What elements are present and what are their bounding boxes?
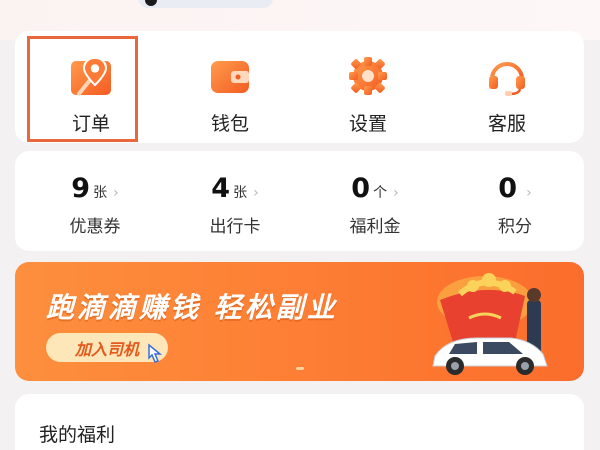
coupon-label: 优惠券	[69, 217, 121, 237]
headset-support-icon	[486, 55, 528, 97]
points-stat[interactable]: 0 › 积分	[455, 151, 575, 251]
carousel-dot-active	[296, 367, 304, 370]
wallet-label: 钱包	[210, 113, 249, 135]
pointer-hand-icon	[143, 342, 167, 370]
welfare-fund-unit: 个	[373, 185, 388, 201]
coupon-unit: 张	[93, 185, 108, 201]
welfare-fund-stat[interactable]: 0 个 › 福利金	[315, 151, 435, 251]
order-label: 订单	[71, 113, 110, 135]
my-benefits-title: 我的福利	[39, 424, 116, 446]
wallet-icon	[209, 55, 251, 97]
points-count: 0	[498, 173, 518, 204]
order-map-pin-icon	[70, 55, 112, 97]
chevron-right-icon: ›	[113, 185, 119, 201]
profile-pill[interactable]	[138, 0, 273, 8]
travel-card-count: 4	[211, 173, 231, 204]
welfare-fund-count: 0	[351, 173, 371, 204]
welfare-fund-label: 福利金	[349, 217, 401, 237]
my-benefits-card: 我的福利	[15, 394, 584, 450]
settings-gear-icon	[347, 55, 389, 97]
quick-actions-card: 订单 钱包 设置 客服	[15, 31, 584, 143]
settings-button[interactable]: 设置	[313, 31, 423, 143]
settings-label: 设置	[348, 113, 387, 135]
order-button[interactable]: 订单	[36, 31, 146, 143]
chevron-right-icon: ›	[253, 185, 259, 201]
coupon-stat[interactable]: 9 张 › 优惠券	[35, 151, 155, 251]
customer-service-label: 客服	[487, 113, 526, 135]
travel-card-label: 出行卡	[209, 217, 261, 237]
driver-recruit-banner[interactable]: 跑滴滴赚钱 轻松副业 加入司机	[15, 262, 584, 381]
travel-card-unit: 张	[233, 185, 248, 201]
banner-title: 跑滴滴赚钱 轻松副业	[46, 291, 338, 324]
travel-card-stat[interactable]: 4 张 › 出行卡	[175, 151, 295, 251]
customer-service-button[interactable]: 客服	[452, 31, 562, 143]
coupon-count: 9	[71, 173, 91, 204]
points-label: 积分	[498, 217, 532, 237]
wallet-button[interactable]: 钱包	[175, 31, 285, 143]
car-and-giftbag-illustration	[432, 273, 548, 375]
stats-card: 9 张 › 优惠券 4 张 › 出行卡 0 个 › 福利金 0 › 积分	[15, 151, 584, 251]
chevron-right-icon: ›	[393, 185, 399, 201]
chevron-right-icon: ›	[526, 185, 532, 201]
